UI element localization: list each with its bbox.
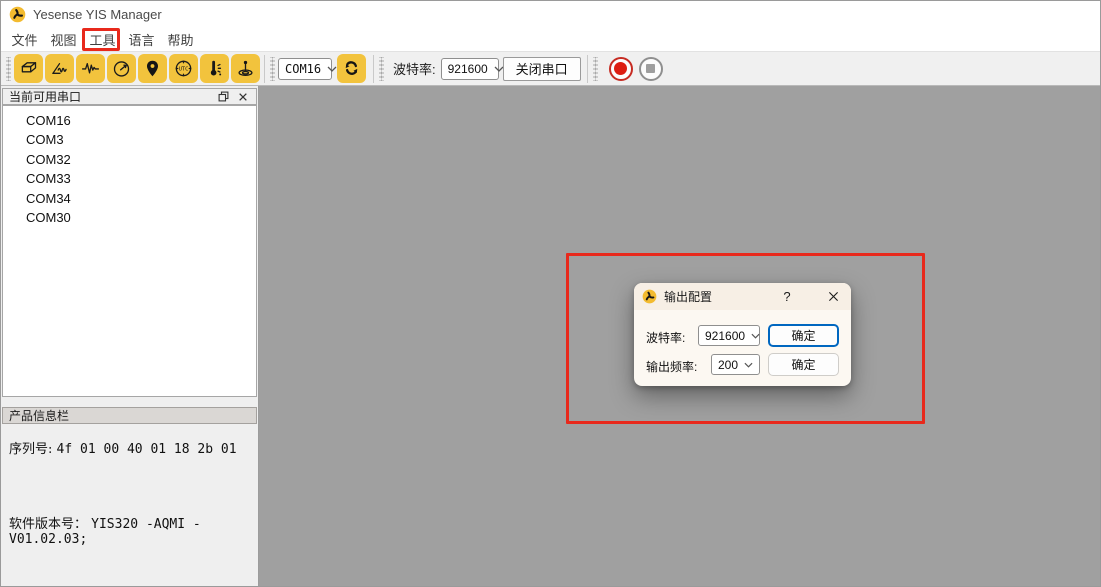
dialog-baud-ok-button[interactable]: 确定 (768, 324, 839, 347)
toolbar-drag-handle[interactable] (379, 57, 384, 81)
cube-3d-view-button[interactable] (14, 54, 43, 83)
dialog-title: 输出配置 (664, 288, 777, 305)
menu-file[interactable]: 文件 (11, 28, 38, 51)
dialog-rate-select[interactable]: 200 (711, 354, 760, 375)
stop-icon (646, 64, 655, 73)
location-pin-icon (142, 58, 163, 79)
cube-3d-icon (18, 58, 39, 79)
close-icon (238, 92, 248, 102)
dialog-close-button[interactable] (823, 287, 843, 307)
waveform-chart-button[interactable] (76, 54, 105, 83)
toolbar-drag-handle[interactable] (593, 57, 598, 81)
app-window: Yesense YIS Manager 文件 视图 工具 语言 帮助 (0, 0, 1101, 587)
toolbar: UTC COM16 (1, 51, 1100, 86)
port-list-item[interactable]: COM33 (3, 169, 256, 188)
gps-location-button[interactable] (138, 54, 167, 83)
dialog-rate-ok-button[interactable]: 确定 (768, 353, 839, 376)
output-config-dialog: 输出配置 ? 波特率: 921600 确定 输出频率: (634, 283, 851, 386)
utc-clock-icon: UTC (173, 58, 194, 79)
chevron-down-icon (327, 66, 337, 72)
serial-number-value: 4f 01 00 40 01 18 2b 01 (57, 442, 237, 457)
serial-number-label: 序列号: (9, 442, 52, 457)
dock-panel-header: 当前可用串口 (2, 88, 257, 105)
toolbar-separator (373, 55, 374, 83)
software-version-row: 软件版本号： YIS320 -AQMI -V01.02.03; (9, 513, 258, 547)
menu-view[interactable]: 视图 (50, 28, 77, 51)
close-serial-port-button[interactable]: 关闭串口 (503, 57, 581, 81)
attitude-sensor-button[interactable] (231, 54, 260, 83)
dock-close-button[interactable] (236, 90, 250, 103)
dock-float-button[interactable] (216, 90, 230, 103)
menu-help[interactable]: 帮助 (167, 28, 194, 51)
port-list-item[interactable]: COM34 (3, 189, 256, 208)
available-ports-list: COM16 COM3 COM32 COM33 COM34 COM30 (2, 105, 257, 397)
svg-text:UTC: UTC (179, 67, 188, 73)
stop-button[interactable] (639, 57, 663, 81)
gauge-icon (111, 58, 132, 79)
refresh-ports-button[interactable] (337, 54, 366, 83)
app-logo-icon (9, 6, 26, 23)
serial-number-row: 序列号: 4f 01 00 40 01 18 2b 01 (9, 438, 237, 457)
menu-tools[interactable]: 工具 (89, 28, 116, 51)
title-bar: Yesense YIS Manager (1, 1, 1100, 28)
dock-panel-title: 当前可用串口 (9, 88, 210, 105)
menu-language[interactable]: 语言 (128, 28, 155, 51)
toolbar-separator (264, 55, 265, 83)
temperature-button[interactable] (200, 54, 229, 83)
utc-time-button[interactable]: UTC (169, 54, 198, 83)
dialog-baud-label: 波特率: (646, 329, 685, 346)
port-list-item[interactable]: COM32 (3, 150, 256, 169)
angle-chart-button[interactable] (45, 54, 74, 83)
port-list-item[interactable]: COM3 (3, 130, 256, 149)
workspace-area: 输出配置 ? 波特率: 921600 确定 输出频率: (259, 86, 1100, 587)
dialog-rate-value: 200 (718, 358, 738, 372)
window-title: Yesense YIS Manager (33, 7, 162, 22)
menu-bar: 文件 视图 工具 语言 帮助 (1, 28, 1100, 51)
attitude-sensor-icon (235, 58, 256, 79)
toolbar-separator (587, 55, 588, 83)
dialog-baud-select[interactable]: 921600 (698, 325, 760, 346)
thermometer-icon (204, 58, 225, 79)
serial-port-dock-panel: 当前可用串口 COM16 COM3 COM32 COM33 (1, 86, 259, 587)
toolbar-drag-handle[interactable] (6, 57, 11, 81)
com-port-select[interactable]: COM16 (278, 58, 332, 80)
dialog-rate-label: 输出频率: (646, 358, 697, 375)
record-button[interactable] (609, 57, 633, 81)
com-port-value: COM16 (285, 62, 321, 76)
dialog-logo-icon (642, 289, 657, 304)
float-window-icon (218, 91, 229, 102)
refresh-sync-icon (341, 58, 362, 79)
gauge-button[interactable] (107, 54, 136, 83)
toolbar-drag-handle[interactable] (270, 57, 275, 81)
angle-wave-icon (49, 58, 70, 79)
chevron-down-icon (744, 362, 753, 368)
software-version-label: 软件版本号： (9, 517, 87, 532)
dialog-baud-value: 921600 (705, 329, 745, 343)
port-list-item[interactable]: COM30 (3, 208, 256, 227)
dialog-help-button[interactable]: ? (777, 287, 797, 307)
record-icon (614, 62, 627, 75)
baud-rate-value: 921600 (448, 62, 488, 76)
baud-rate-label: 波特率: (393, 59, 436, 78)
baud-rate-select[interactable]: 921600 (441, 58, 499, 80)
product-info-header: 产品信息栏 (2, 407, 257, 424)
chevron-down-icon (751, 333, 760, 339)
close-icon (828, 291, 839, 302)
waveform-icon (80, 58, 101, 79)
port-list-item[interactable]: COM16 (3, 111, 256, 130)
dialog-title-bar[interactable]: 输出配置 ? (634, 283, 851, 310)
